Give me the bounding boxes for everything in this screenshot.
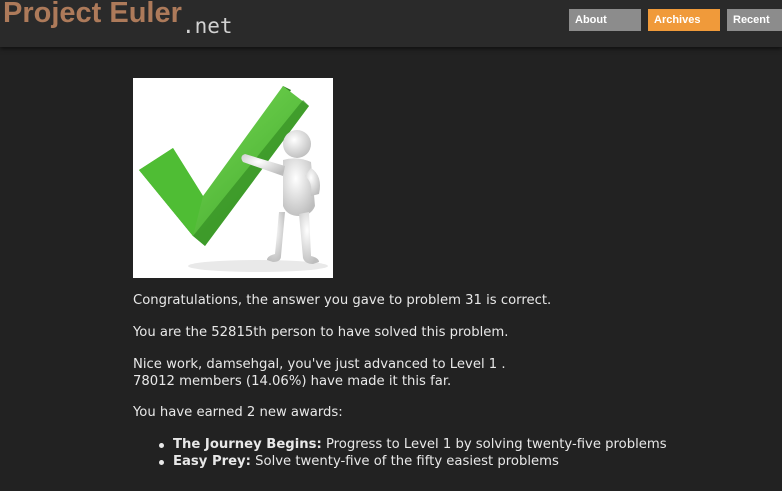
site-logo-suffix[interactable]: .net bbox=[182, 14, 233, 38]
checkmark-illustration bbox=[139, 86, 328, 272]
level-advance-message: Nice work, damsehgal, you've just advanc… bbox=[133, 357, 506, 372]
award-name: The Journey Begins: bbox=[173, 437, 322, 452]
site-header: Project Euler .net About Archives Recent bbox=[0, 0, 782, 47]
award-name: Easy Prey: bbox=[173, 454, 251, 469]
nav-about-button[interactable]: About bbox=[569, 9, 641, 31]
awards-list: The Journey Begins: Progress to Level 1 … bbox=[133, 436, 667, 470]
award-item: The Journey Begins: Progress to Level 1 … bbox=[133, 436, 667, 453]
awards-intro: You have earned 2 new awards: bbox=[133, 405, 343, 420]
nav-recent-button[interactable]: Recent bbox=[727, 9, 782, 31]
nav-archives-button[interactable]: Archives bbox=[648, 9, 720, 31]
award-description: Solve twenty-five of the fifty easiest p… bbox=[250, 454, 559, 469]
award-description: Progress to Level 1 by solving twenty-fi… bbox=[321, 437, 667, 452]
solver-rank-message: You are the 52815th person to have solve… bbox=[133, 325, 509, 340]
site-logo[interactable]: Project Euler bbox=[3, 0, 182, 30]
checkmark-with-figure-icon bbox=[133, 78, 333, 278]
level-members-message: 78012 members (14.06%) have made it this… bbox=[133, 374, 452, 389]
correct-answer-message: Congratulations, the answer you gave to … bbox=[133, 293, 552, 308]
award-item: Easy Prey: Solve twenty-five of the fift… bbox=[133, 453, 667, 470]
